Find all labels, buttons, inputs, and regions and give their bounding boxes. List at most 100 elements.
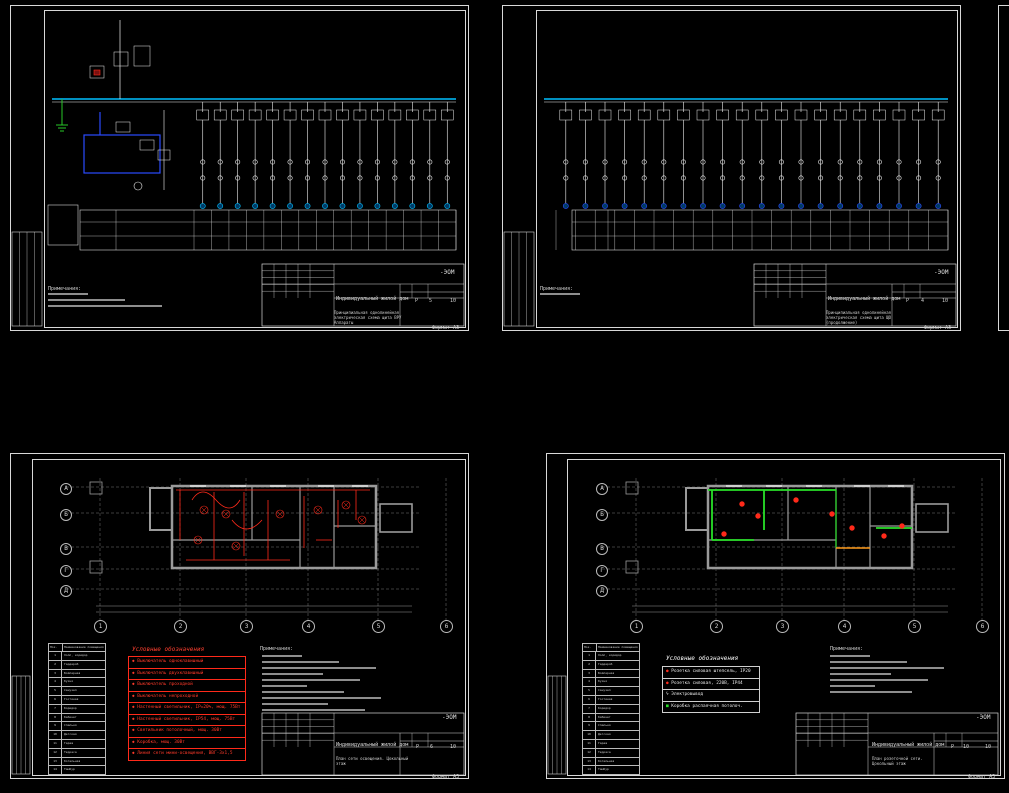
room-table-cell: Холл, коридор bbox=[598, 653, 622, 657]
room-table-header: Поз. Наименование помещения bbox=[582, 643, 640, 652]
sheet-1-code: -ЭОМ bbox=[440, 269, 455, 276]
socket-legend-label: Электровывод bbox=[671, 692, 704, 697]
room-table-cell: Кухня bbox=[598, 679, 608, 684]
sheet-4-stage: Р bbox=[951, 744, 955, 750]
sheet-3-plan-wiring-arc bbox=[191, 491, 241, 509]
sheet-2-schematic-feeder-end bbox=[641, 203, 648, 209]
room-table-row: 3 Бойлерная bbox=[582, 669, 640, 679]
lighting-legend-item: ◆ Выключатель непроходной bbox=[128, 691, 246, 703]
room-table-cell: Тамбур bbox=[598, 767, 609, 772]
room-table-cell: Терраса bbox=[598, 749, 611, 754]
room-table-cell: Бойлерная bbox=[64, 670, 81, 675]
room-table-cell: 1 bbox=[583, 652, 596, 660]
socket-legend-item: ● Розетка силовая, 220В, IP44 bbox=[662, 678, 760, 690]
room-table-cell: Санузел bbox=[64, 688, 77, 693]
sheet-3-format: Формат А3 bbox=[432, 774, 460, 780]
sheet-4-code: -ЭОМ bbox=[976, 714, 991, 721]
sheet-2-schematic-feeder-end bbox=[660, 203, 667, 209]
sheet-2-schematic-feeder-end bbox=[621, 203, 628, 209]
room-table-row: 10 Детская bbox=[582, 731, 640, 740]
sheet-2-schematic-feeder-end bbox=[778, 203, 785, 209]
socket-legend-label: Коробка распаячная потолоч. bbox=[671, 703, 743, 709]
sheet-2-format: Формат А3 bbox=[924, 325, 952, 331]
axis-bubble-Б: Б bbox=[596, 509, 608, 521]
room-table-row: 9 Спальня bbox=[582, 722, 640, 732]
room-table-cell: Гостиная bbox=[598, 696, 613, 701]
sheet-3-notes-header: Примечания: bbox=[260, 646, 294, 652]
room-table-cell: 9 bbox=[583, 722, 596, 731]
sheet-2-schematic-feeder-end bbox=[739, 203, 746, 209]
sheet-3-project: Индивидуальный жилой дом bbox=[336, 742, 409, 748]
sheet-4-plan-socket bbox=[721, 531, 727, 537]
room-table-cell: Гардероб bbox=[64, 661, 79, 666]
room-table-cell: 13 bbox=[49, 757, 62, 766]
sheet-4-format: Формат А3 bbox=[968, 774, 996, 780]
axis-bubble-3: 3 bbox=[776, 620, 789, 633]
axis-bubble-Г: Г bbox=[60, 565, 72, 577]
sheet-2-schematic-feeder-end bbox=[602, 203, 608, 209]
room-table-row: 14 Тамбур bbox=[48, 766, 106, 776]
room-table-cell: Детская bbox=[64, 732, 77, 737]
sheet-4-plan-socket bbox=[881, 533, 887, 539]
sheet-4-plan-outer-wall bbox=[706, 484, 914, 570]
room-table-row: 5 Санузел bbox=[48, 687, 106, 696]
sheet-2-schematic-feeder-end bbox=[719, 203, 726, 209]
room-table-cell: 4 bbox=[583, 678, 596, 687]
main-switch bbox=[113, 51, 129, 67]
sheet-1-schematic-feeder-end bbox=[304, 203, 311, 209]
sheet-4-total: 10 bbox=[985, 744, 992, 750]
socket-legend-label: Розетка силовая, 220В, IP44 bbox=[671, 680, 743, 686]
lighting-legend-label: Выключатель непроходной bbox=[137, 693, 199, 699]
sheet-4-plan-socket bbox=[793, 497, 799, 503]
sheet-1-schematic-feeder-end bbox=[252, 203, 259, 209]
axis-bubble-Д: Д bbox=[596, 585, 608, 597]
sheet-4-page: 10 bbox=[963, 744, 970, 750]
axis-bubble-2: 2 bbox=[174, 620, 187, 633]
sheet-1-schematic-feeder-end bbox=[426, 203, 433, 209]
room-table-row: 7 Коридор bbox=[48, 704, 106, 714]
room-table-header-cell: Поз. bbox=[49, 644, 63, 651]
room-table-row: 13 Котельная bbox=[582, 757, 640, 767]
socket-legend-label: Розетка силовая штепсель, IP20 bbox=[671, 669, 751, 674]
room-table-cell: 8 bbox=[49, 713, 62, 722]
room-table-cell: Холл, коридор bbox=[64, 653, 88, 657]
axis-bubble-Г: Г bbox=[596, 565, 608, 577]
room-table-cell: Тамбур bbox=[64, 767, 75, 772]
room-table-row: 12 Терраса bbox=[48, 748, 106, 758]
room-table-row: 8 Кабинет bbox=[582, 713, 640, 723]
room-table-header-cell: Поз. bbox=[583, 644, 597, 651]
axis-bubble-1: 1 bbox=[630, 620, 643, 633]
socket-legend-item: ■ Коробка распаячная потолоч. bbox=[662, 701, 760, 713]
sheet-2-schematic-feeder-end bbox=[837, 203, 844, 209]
sheet-3-code: -ЭОМ bbox=[442, 714, 457, 721]
room-table-cell: Гараж bbox=[598, 740, 608, 745]
sheet-1-schematic-feeder-end bbox=[287, 203, 293, 209]
sheet-4-legend: ● Розетка силовая штепсель, IP20 ● Розетк… bbox=[662, 666, 760, 713]
sheet-4-plan-socket bbox=[739, 501, 745, 507]
room-table-row: 12 Терраса bbox=[582, 748, 640, 758]
lighting-legend-label: Выключатель одноклавишный bbox=[137, 659, 204, 664]
sheet-2-schematic-feeder-end bbox=[876, 203, 883, 209]
sheet-3-room-table: Поз. Наименование помещения 1 Холл, коридор… bbox=[48, 643, 106, 776]
sheet-1-schematic-feeder-end bbox=[409, 203, 416, 209]
sheet-1-total: 10 bbox=[450, 298, 457, 304]
room-table-row: 13 Котельная bbox=[48, 757, 106, 767]
relay bbox=[139, 139, 155, 151]
socket-legend-item: ϟ Электровывод bbox=[662, 690, 760, 702]
sheet-1-stage: Р bbox=[415, 298, 419, 304]
room-table-cell: Бойлерная bbox=[598, 670, 615, 675]
lighting-legend-label: Настенный светильник, IP54, мощ. 75Вт bbox=[137, 716, 236, 722]
axis-bubble-3: 3 bbox=[240, 620, 253, 633]
sheet-4-project: Индивидуальный жилой дом bbox=[872, 742, 945, 748]
sheet-1-schematic-feeder-end bbox=[444, 203, 451, 209]
room-table-cell: 13 bbox=[583, 757, 596, 766]
sheet-4-legend-title: Условные обозначения bbox=[666, 655, 739, 662]
contactor bbox=[115, 121, 131, 133]
sheet-2-schematic-feeder-end bbox=[582, 203, 589, 209]
room-table-cell: 9 bbox=[49, 722, 62, 731]
sheet-3-page: 6 bbox=[430, 744, 434, 750]
room-table-cell: 3 bbox=[583, 669, 596, 678]
room-table-cell: 3 bbox=[49, 669, 62, 678]
room-table-cell: 7 bbox=[583, 704, 596, 713]
room-table-row: 2 Гардероб bbox=[582, 660, 640, 670]
